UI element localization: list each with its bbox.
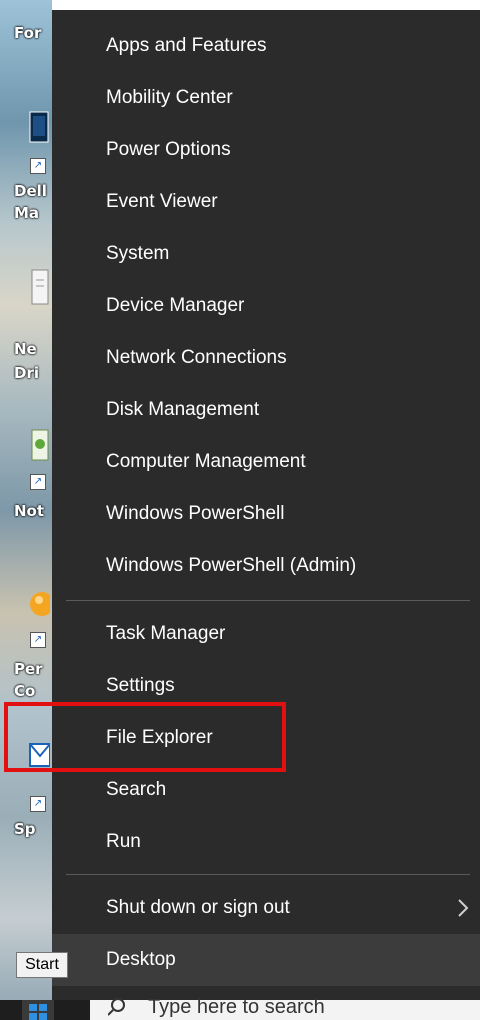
- desktop-background: For ↗ Dell Ma Ne Dri ↗ Not ↗ Per Co ↗ Sp: [0, 0, 52, 1020]
- menu-item-windows-powershell[interactable]: Windows PowerShell: [52, 488, 480, 540]
- menu-separator: [66, 600, 470, 601]
- desktop-label: Dri: [14, 364, 39, 382]
- highlight-box: [4, 702, 286, 772]
- menu-item-label: Computer Management: [106, 451, 306, 472]
- menu-item-label: Desktop: [106, 949, 176, 970]
- menu-item-disk-management[interactable]: Disk Management: [52, 384, 480, 436]
- menu-item-power-options[interactable]: Power Options: [52, 124, 480, 176]
- shortcut-arrow-icon: ↗: [30, 632, 46, 648]
- desktop-label: Per: [14, 660, 43, 678]
- menu-item-label: Apps and Features: [106, 35, 267, 56]
- menu-item-label: Network Connections: [106, 347, 287, 368]
- desktop-label: Sp: [14, 820, 36, 838]
- document-icon[interactable]: [28, 268, 50, 306]
- taskbar-search-box[interactable]: Type here to search: [90, 996, 480, 1020]
- menu-item-desktop[interactable]: Desktop: [52, 934, 480, 986]
- menu-item-label: Event Viewer: [106, 191, 218, 212]
- menu-item-label: Mobility Center: [106, 87, 233, 108]
- orange-sphere-icon[interactable]: [28, 584, 50, 622]
- shortcut-arrow-icon: ↗: [30, 796, 46, 812]
- menu-item-label: Disk Management: [106, 399, 260, 420]
- desktop-label: Ma: [14, 204, 40, 222]
- menu-item-label: Windows PowerShell: [106, 503, 285, 524]
- chevron-right-icon: [458, 899, 469, 917]
- winx-menu: Apps and Features Mobility Center Power …: [52, 10, 480, 1000]
- menu-item-label: Search: [106, 779, 167, 800]
- start-tooltip: Start: [16, 952, 68, 978]
- menu-item-system[interactable]: System: [52, 228, 480, 280]
- menu-item-label: Task Manager: [106, 623, 226, 644]
- windows-logo-icon: [29, 1004, 47, 1020]
- menu-item-label: Shut down or sign out: [106, 897, 290, 918]
- menu-item-task-manager[interactable]: Task Manager: [52, 608, 480, 660]
- menu-item-label: Settings: [106, 675, 175, 696]
- menu-item-network-connections[interactable]: Network Connections: [52, 332, 480, 384]
- menu-item-label: System: [106, 243, 170, 264]
- desktop-label: Ne: [14, 340, 37, 358]
- menu-item-run[interactable]: Run: [52, 816, 480, 868]
- menu-item-label: Power Options: [106, 139, 231, 160]
- menu-item-label: Device Manager: [106, 295, 245, 316]
- menu-item-device-manager[interactable]: Device Manager: [52, 280, 480, 332]
- start-button[interactable]: [22, 1000, 54, 1020]
- search-placeholder: Type here to search: [148, 996, 325, 1018]
- menu-item-mobility-center[interactable]: Mobility Center: [52, 72, 480, 124]
- desktop-label: For: [14, 24, 42, 42]
- desktop-label: Not: [14, 502, 45, 520]
- shortcut-arrow-icon: ↗: [30, 158, 46, 174]
- menu-item-apps-and-features[interactable]: Apps and Features: [52, 20, 480, 72]
- menu-item-shut-down-or-sign-out[interactable]: Shut down or sign out: [52, 882, 480, 934]
- search-icon: [108, 998, 125, 1016]
- menu-item-label: Windows PowerShell (Admin): [106, 555, 357, 576]
- menu-item-label: Run: [106, 831, 141, 852]
- desktop-label: Dell: [14, 182, 47, 200]
- menu-item-windows-powershell-admin[interactable]: Windows PowerShell (Admin): [52, 540, 480, 592]
- dell-monitor-icon[interactable]: [28, 110, 50, 148]
- desktop-label: Co: [14, 682, 36, 700]
- notepad-icon[interactable]: [28, 426, 50, 464]
- shortcut-arrow-icon: ↗: [30, 474, 46, 490]
- menu-item-computer-management[interactable]: Computer Management: [52, 436, 480, 488]
- menu-item-event-viewer[interactable]: Event Viewer: [52, 176, 480, 228]
- menu-separator: [66, 874, 470, 875]
